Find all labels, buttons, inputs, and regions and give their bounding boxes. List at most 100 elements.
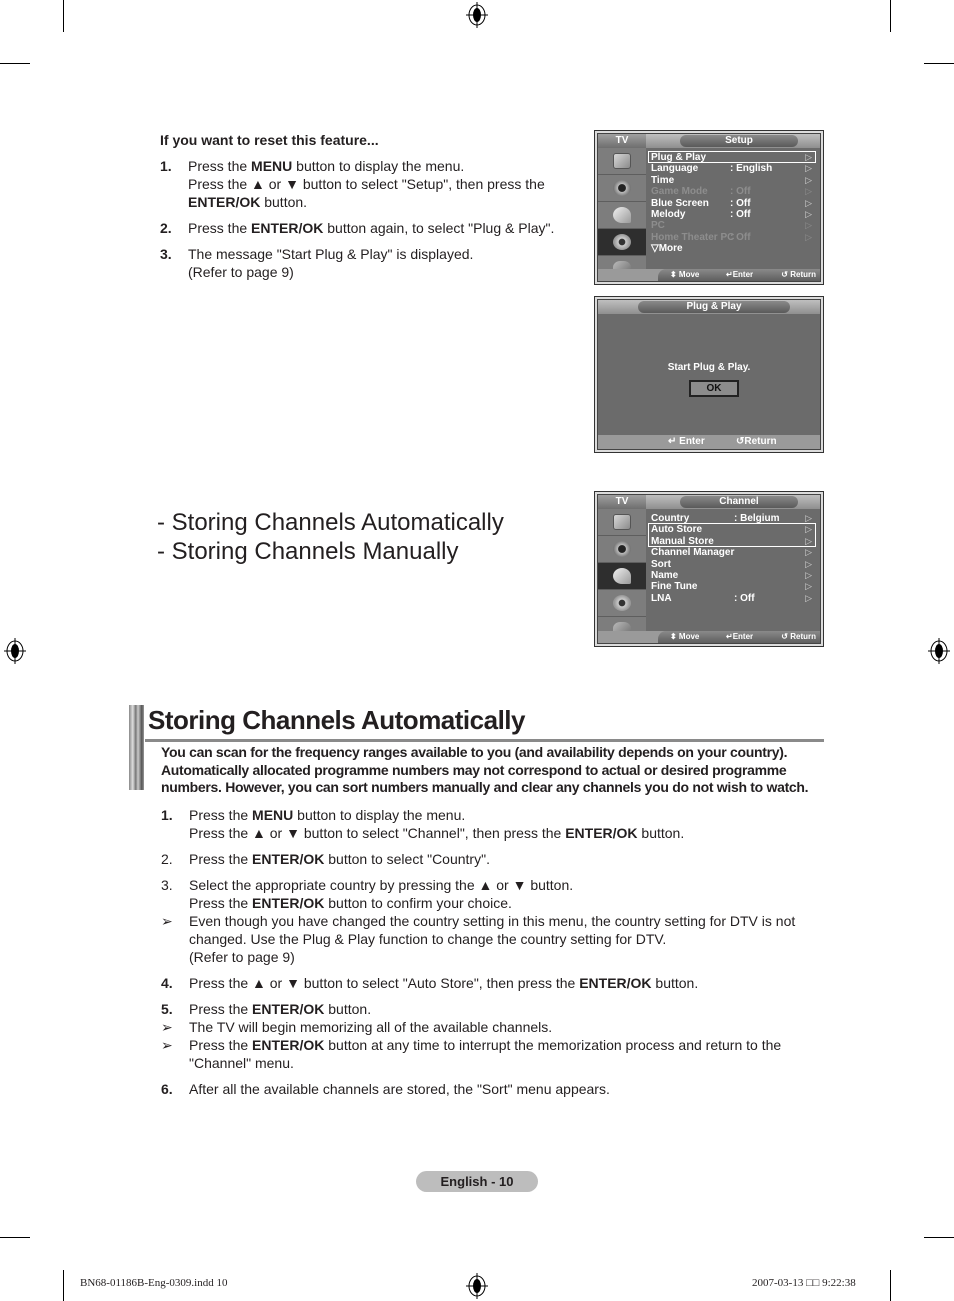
menu-item[interactable]: PC ▷ [648, 220, 816, 231]
step-line: "Channel" menu. [189, 1055, 294, 1071]
enter-hint: ↵Enter [726, 270, 754, 279]
menu-item[interactable]: Sort ▷ [648, 559, 816, 570]
menu-title: Setup [680, 135, 798, 147]
channel-menu-list: Country: Belgium ▷ Auto Store ▷ Manual Store… [648, 513, 816, 604]
chevron-right-icon: ▷ [805, 197, 812, 208]
menu-item[interactable]: Blue Screen: Off ▷ [648, 198, 816, 209]
step-text: After all the available channels are sto… [189, 1080, 610, 1098]
section-side-bar [129, 705, 144, 790]
menu-item[interactable]: Auto Store ▷ [648, 524, 816, 535]
note-item: ➢ The TV will begin memorizing all of the… [161, 1018, 826, 1036]
page-number-badge: English - 10 [416, 1171, 538, 1192]
menu-item-label: LNA [651, 592, 672, 604]
menu-item[interactable]: Time ▷ [648, 175, 816, 186]
emphasis: ENTER/OK [252, 895, 325, 911]
step-line: The TV will begin memorizing all of the … [189, 1019, 553, 1035]
return-hint: ↺Return [736, 436, 777, 447]
step-number: 6. [161, 1081, 173, 1097]
menu-item[interactable]: Name ▷ [648, 570, 816, 581]
setup-menu-list: Plug & Play ▷ Language: English ▷ Time ▷ Game … [648, 151, 816, 255]
emphasis: ENTER/OK [188, 194, 261, 210]
registration-mark-icon [466, 1273, 488, 1299]
menu-item[interactable]: Plug & Play ▷ [648, 152, 816, 163]
step-text: Press the ENTER/OK button again, to sele… [188, 219, 554, 237]
tv-sidebar [598, 509, 646, 638]
step-item: 4. Press the ▲ or ▼ button to select "Aut… [161, 974, 826, 992]
menu-item-label: Melody [651, 208, 686, 220]
menu-item-label: Fine Tune [651, 581, 698, 593]
crop-mark [0, 63, 30, 64]
step-text: The message "Start Plug & Play" is displ… [188, 245, 473, 281]
menu-item[interactable]: Fine Tune ▷ [648, 581, 816, 592]
menu-item[interactable]: Country: Belgium ▷ [648, 513, 816, 524]
crop-mark [63, 0, 64, 32]
slug-timestamp: 2007-03-13 □□ 9:22:38 [752, 1277, 856, 1289]
menu-item[interactable]: Language: English ▷ [648, 163, 816, 174]
sidebar-setup-icon[interactable] [598, 590, 646, 617]
step-number: 1. [160, 158, 172, 174]
menu-item-value: : Off [730, 208, 751, 220]
menu-item[interactable]: Game Mode: Off ▷ [648, 186, 816, 197]
registration-mark-icon [466, 2, 488, 28]
tv-footer-bar: ⬍ Move ↵Enter ↺ Return [658, 269, 820, 281]
sidebar-channel-icon[interactable] [598, 202, 646, 229]
registration-mark-icon [4, 638, 26, 664]
menu-item[interactable]: Manual Store ▷ [648, 536, 816, 547]
ok-button[interactable]: OK [689, 380, 739, 397]
reset-steps: 1. Press the MENU button to display the m… [160, 157, 580, 281]
step-item: 3. The message "Start Plug & Play" is dis… [160, 245, 580, 281]
menu-item-value: : Belgium [734, 513, 780, 524]
emphasis: MENU [252, 807, 294, 823]
crop-mark [890, 1270, 891, 1301]
step-line: ENTER/OK button. [188, 194, 308, 210]
sidebar-setup-icon[interactable] [598, 229, 646, 256]
sidebar-sound-icon[interactable] [598, 175, 646, 202]
slug-filename: BN68-01186B-Eng-0309.indd 10 [80, 1277, 228, 1289]
tv-sidebar [598, 148, 646, 277]
sidebar-picture-icon[interactable] [598, 509, 646, 536]
reset-instructions: If you want to reset this feature... 1. P… [160, 131, 580, 289]
menu-title: Channel [680, 496, 798, 508]
emphasis: ENTER/OK [252, 1037, 325, 1053]
return-hint: ↺ Return [781, 632, 816, 641]
menu-item[interactable]: ▽More [648, 243, 816, 254]
menu-item[interactable]: Channel Manager ▷ [648, 547, 816, 558]
sidebar-channel-icon[interactable] [598, 563, 646, 590]
menu-item-label: Language [651, 163, 699, 175]
menu-item-value: : Off [734, 592, 755, 604]
reset-title: If you want to reset this feature... [160, 132, 379, 148]
menu-item[interactable]: Home Theater PC: Off ▷ [648, 232, 816, 243]
step-text: Press the ENTER/OK button at any time to… [189, 1036, 781, 1072]
tv-setup-screen: TV Setup Plug & Play ▷ Language: English ▷ T… [594, 130, 824, 285]
sidebar-sound-icon[interactable] [598, 536, 646, 563]
move-hint: ⬍ Move [670, 270, 700, 279]
chevron-right-icon: ▷ [805, 558, 812, 569]
tv-screen-body: Plug & Play Start Plug & Play. OK ↵ Ente… [597, 299, 821, 450]
step-line: Select the appropriate country by pressi… [189, 877, 574, 893]
chevron-right-icon: ▷ [805, 174, 812, 185]
chevron-right-icon: ▷ [805, 547, 812, 558]
note-arrow-icon: ➢ [161, 1037, 173, 1053]
tv-screen-body: TV Channel Country: Belgium ▷ Auto Store ▷ M… [597, 494, 821, 644]
step-number: 3. [161, 877, 173, 893]
emphasis: ENTER/OK [565, 825, 638, 841]
section-steps: 1. Press the MENU button to display the m… [161, 806, 826, 1106]
tv-channel-screen: TV Channel Country: Belgium ▷ Auto Store ▷ M… [594, 491, 824, 647]
chevron-right-icon: ▷ [805, 186, 812, 197]
step-line: The message "Start Plug & Play" is displ… [188, 246, 474, 262]
menu-item-label: Sort [651, 558, 671, 570]
menu-item[interactable]: Melody: Off ▷ [648, 209, 816, 220]
sidebar-picture-icon[interactable] [598, 148, 646, 175]
tv-label: TV [598, 134, 646, 148]
subheadings: - Storing Channels Automatically - Stori… [157, 508, 504, 566]
subheading-manual: - Storing Channels Manually [157, 538, 459, 565]
subheading-auto: - Storing Channels Automatically [157, 509, 504, 536]
step-line: Press the ENTER/OK button to select "Cou… [189, 851, 490, 867]
note-item: ➢ Even though you have changed the countr… [161, 912, 826, 966]
step-text: Press the MENU button to display the men… [188, 157, 545, 211]
step-item: 2. Press the ENTER/OK button again, to se… [160, 219, 580, 237]
step-line: After all the available channels are sto… [189, 1081, 610, 1097]
note-item: ➢ Press the ENTER/OK button at any time t… [161, 1036, 826, 1072]
menu-item[interactable]: LNA: Off ▷ [648, 593, 816, 604]
step-text: Select the appropriate country by pressi… [189, 876, 573, 912]
